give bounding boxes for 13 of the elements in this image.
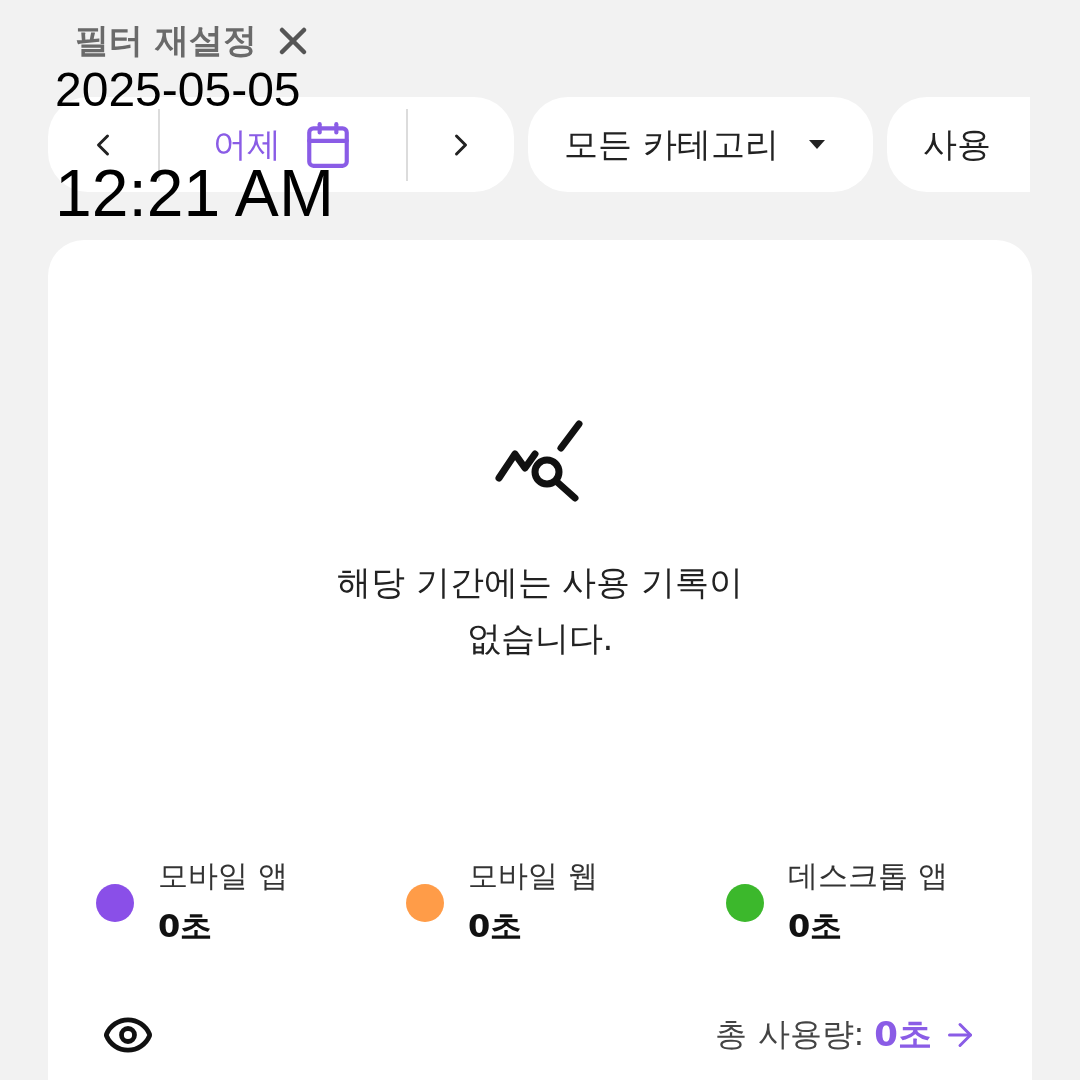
legend-label: 데스크톱 앱 [788,857,948,895]
total-usage-link[interactable]: 총 사용량: 0초 [715,1012,978,1058]
filter-chip[interactable]: 사용 [886,97,1030,192]
empty-message: 해당 기간에는 사용 기록이 없습니다. [336,561,744,660]
legend-value: 0초 [158,906,214,947]
legend-label: 모바일 웹 [468,857,598,895]
category-dropdown[interactable]: 모든 카테고리 [528,97,873,192]
legend-value: 0초 [788,906,844,947]
caret-icon [808,139,825,150]
legend-value: 0초 [468,906,524,947]
legend-label: 모바일 앱 [158,857,288,895]
reset-filter-label: 필터 재설정 [75,19,257,62]
trend-search-icon [495,420,585,504]
